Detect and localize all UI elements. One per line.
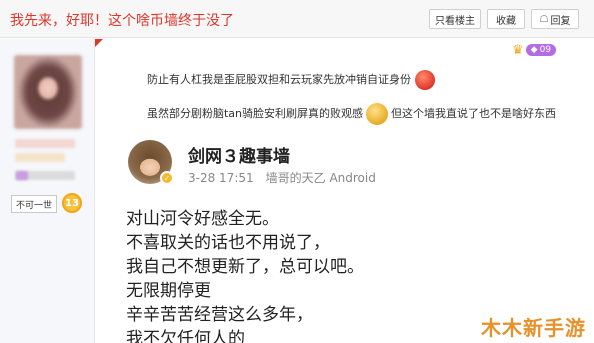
vip-status: ♛ ◆ 09 <box>512 41 557 59</box>
post-text-1: 防止有人杠我是歪屁股双担和云玩家先放冲销自证身份 <box>147 73 411 86</box>
site-watermark: 木木新手游 <box>481 316 586 340</box>
vip-level: 09 <box>539 45 552 55</box>
collect-label: 收藏 <box>496 15 516 27</box>
crown-icon: ♛ <box>512 42 524 58</box>
level-number: 13 <box>65 197 79 209</box>
level-badge[interactable]: 13 <box>62 193 82 213</box>
post-line-2: 虽然部分剧粉脑tan骑脸安利刷屏真的败观感 但这个墙我直说了也不是啥好东西 <box>147 103 556 125</box>
thread-header: 我先来，好耶！这个啥币墙终于没了 只看楼主 收藏 ☖ 回复 <box>0 0 594 38</box>
only-author-button[interactable]: 只看楼主 <box>429 9 481 29</box>
blurred-badge-icon <box>16 171 28 180</box>
embedded-screenshot[interactable]: ✓ 剑网３趣事墙 3-28 17:51 墙哥的天乙 Android 对山河令好感全… <box>108 128 578 343</box>
verified-icon: ✓ <box>160 171 174 185</box>
forum-title-label: 不可一世 <box>15 200 52 211</box>
vip-badge[interactable]: ◆ 09 <box>525 44 557 56</box>
thread-title[interactable]: 我先来，好耶！这个啥币墙终于没了 <box>10 10 234 30</box>
account-name: 剑网３趣事墙 <box>188 147 290 167</box>
post-source: 墙哥的天乙 Android <box>265 171 376 185</box>
post-time: 3-28 17:51 <box>188 171 254 185</box>
post-meta: 3-28 17:51 墙哥的天乙 Android <box>188 169 376 186</box>
screenshot-line: 无限期停更 <box>126 281 211 301</box>
louzhu-corner-mark <box>95 39 103 47</box>
angry-face-emoji <box>415 70 435 90</box>
vip-icon: ◆ <box>530 45 538 55</box>
reply-label: 回复 <box>550 15 571 27</box>
only-author-label: 只看楼主 <box>435 15 475 27</box>
screenshot-line: 辛辛苦苦经营这么多年， <box>126 305 313 325</box>
forum-title-tag[interactable]: 不可一世 <box>11 195 57 213</box>
screenshot-line: 对山河令好感全无。 <box>126 209 279 229</box>
blurred-user-info <box>15 153 65 162</box>
blurred-username <box>15 139 75 148</box>
avatar[interactable] <box>14 55 82 129</box>
collect-button[interactable]: 收藏 <box>487 9 525 29</box>
post-text-2a: 虽然部分剧粉脑tan骑脸安利刷屏真的败观感 <box>147 107 364 120</box>
post-line-1: 防止有人杠我是歪屁股双担和云玩家先放冲销自证身份 <box>147 70 435 90</box>
sigh-face-emoji <box>366 103 389 125</box>
user-sidebar: 不可一世 13 <box>0 39 95 343</box>
reply-icon: ☖ <box>539 13 549 25</box>
screenshot-line: 我不欠任何人的 <box>126 329 245 343</box>
screenshot-line: 我自己不想更新了，总可以吧。 <box>126 257 364 277</box>
post-text-2b: 但这个墙我直说了也不是啥好东西 <box>391 107 557 120</box>
reply-button[interactable]: ☖ 回复 <box>531 9 579 29</box>
screenshot-line: 不喜取关的话也不用说了， <box>126 233 330 253</box>
